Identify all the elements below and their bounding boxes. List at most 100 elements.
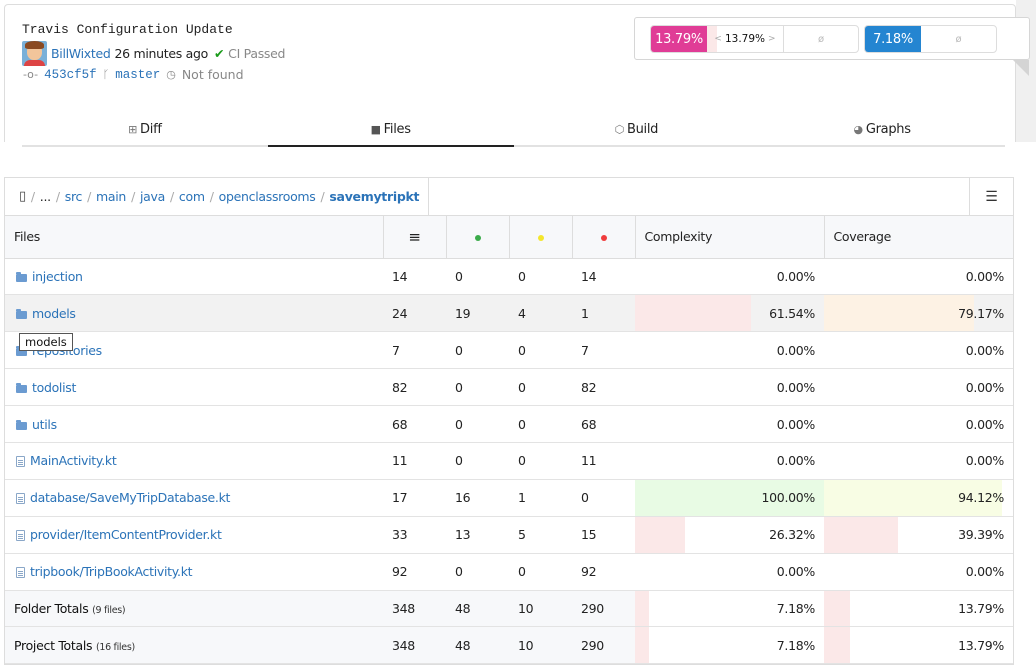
breadcrumb-separator: / [320,189,325,204]
table-row[interactable]: database/SaveMyTripDatabase.kt 17 16 1 0 100.… [5,479,1013,517]
breadcrumb-openclassrooms[interactable]: openclassrooms [219,189,316,204]
table-row[interactable]: repositories70070.00%0.00% [5,331,1013,370]
tab-files-label: Files [383,121,411,137]
branch-link[interactable]: master [115,68,160,82]
coverage-cell: 0.00% [824,405,1013,443]
coverage-cell-value: 79.17% [958,305,1004,321]
diff-icon: ⊞ [128,122,138,136]
complexity-cell-bar [635,590,649,627]
partials-cell: 10 [509,626,572,665]
column-toggle-button[interactable]: ☰ [969,178,1013,216]
lines-cell: 68 [383,405,446,443]
file-name-cell: utils [5,405,383,443]
file-link[interactable]: provider/ItemContentProvider.kt [30,527,222,542]
complexity-badge[interactable]: 7.18% ø [864,25,997,53]
partials-cell: 1 [509,479,572,517]
ci-status[interactable]: CI Passed [228,46,285,61]
author-line: BillWixted 26 minutes ago ✔ CI Passed [22,41,285,66]
coverage-summary: 13.79% < 13.79% > ø 7.18% ø [634,17,1030,60]
table-row[interactable]: MainActivity.kt 11 0 0 11 0.00% 0.00% [5,442,1013,480]
folder-link[interactable]: models [32,306,76,321]
hits-cell: 0 [446,331,509,370]
breadcrumb-com[interactable]: com [179,189,205,204]
breadcrumb-main[interactable]: main [96,189,126,204]
lines-cell: 348 [383,590,446,628]
coverage-value: 13.79% [651,26,707,52]
table-row[interactable]: tripbook/TripBookActivity.kt 92 0 0 92 0.00% 0… [5,553,1013,591]
coverage-cell-bar [824,627,851,664]
hit-dot-icon [474,235,481,242]
table-row[interactable]: utils 68 0 0 68 0.00% 0.00% [5,405,1013,443]
header-complexity[interactable]: Complexity [635,216,825,259]
complexity-cell: 7.18% [635,626,824,665]
commit-sha[interactable]: 453cf5f [44,68,97,82]
folder-icon [16,419,27,430]
complexity-cell-value: 0.00% [776,453,816,469]
header-lines[interactable]: ≡ [383,216,447,259]
breadcrumb-separator: / [169,189,174,204]
header-misses[interactable] [572,216,636,259]
table-row[interactable]: provider/ItemContentProvider.kt 33 13 5 15 26… [5,516,1013,554]
partials-cell: 0 [509,442,572,480]
breadcrumb-java[interactable]: java [140,189,165,204]
avatar[interactable] [22,41,47,66]
tab-build[interactable]: ⬡ Build [514,113,760,145]
complexity-cell-value: 0.00% [776,564,816,580]
coverage-cell: 0.00% [824,258,1013,296]
file-link[interactable]: database/SaveMyTripDatabase.kt [30,490,230,505]
complexity-cell: 0.00% [635,331,824,370]
file-icon [16,567,25,579]
folder-link[interactable]: todolist [32,380,76,395]
breadcrumb-separator: / [87,189,92,204]
coverage-cell-bar [824,516,899,553]
table-row[interactable]: injection 14 0 0 14 0.00% 0.00% [5,258,1013,296]
coverage-badge[interactable]: 13.79% < 13.79% > ø [650,25,859,53]
fold-corner [1013,60,1029,76]
totals-row: Project Totals (16 files) 348 48 10 290 7.18%… [5,626,1013,665]
totals-file-count: (16 files) [95,641,135,653]
tab-files[interactable]: ■ Files [267,113,514,147]
tab-diff-label: Diff [140,121,162,137]
file-link[interactable]: MainActivity.kt [30,453,117,468]
header-files[interactable]: Files [5,216,384,259]
misses-cell: 11 [572,442,635,480]
breadcrumb-ellipsis[interactable]: ... [40,189,51,204]
file-icon [16,530,25,542]
breadcrumb-src[interactable]: src [65,189,83,204]
totals-label: Folder Totals [14,600,89,616]
complexity-cell: 0.00% [635,405,824,443]
author-link[interactable]: BillWixted [51,46,111,61]
header-partials[interactable] [509,216,573,259]
coverage-cell-value: 0.00% [965,379,1005,395]
file-link[interactable]: tripbook/TripBookActivity.kt [30,564,193,579]
complexity-cell-bar [635,516,685,553]
coverage-cell-value: 0.00% [965,416,1005,432]
coverage-null: ø [817,33,825,45]
lines-cell: 92 [383,553,446,591]
folder-link[interactable]: utils [32,417,57,432]
table-row[interactable]: models 24 19 4 1 61.54% 79.17% [5,294,1013,333]
complexity-cell-value: 7.18% [776,637,816,653]
tab-diff[interactable]: ⊞ Diff [22,113,268,145]
header-hits[interactable] [446,216,510,259]
partials-cell: 0 [509,368,572,407]
complexity-cell-value: 26.32% [769,527,815,543]
coverage-cell-value: 94.12% [958,490,1004,506]
coverage-cell: 79.17% [824,294,1013,333]
tab-graphs[interactable]: ◕ Graphs [759,113,1005,145]
folder-link[interactable]: injection [32,269,83,284]
pr-status: Not found [181,67,244,82]
repo-book-icon[interactable]: ▯ [19,189,26,204]
complexity-cell: 0.00% [635,553,824,591]
partials-cell: 5 [509,516,572,554]
right-arrow-icon: > [768,34,776,44]
complexity-cell-value: 0.00% [776,416,816,432]
left-arrow-icon: < [714,34,722,44]
hits-cell: 0 [446,442,509,480]
header-coverage[interactable]: Coverage [824,216,1013,259]
file-icon [16,456,25,468]
breadcrumb-separator: / [131,189,135,204]
table-row[interactable]: todolist 82 0 0 82 0.00% 0.00% [5,368,1013,407]
breadcrumb-separator: / [55,189,60,204]
partials-cell: 0 [509,331,572,370]
